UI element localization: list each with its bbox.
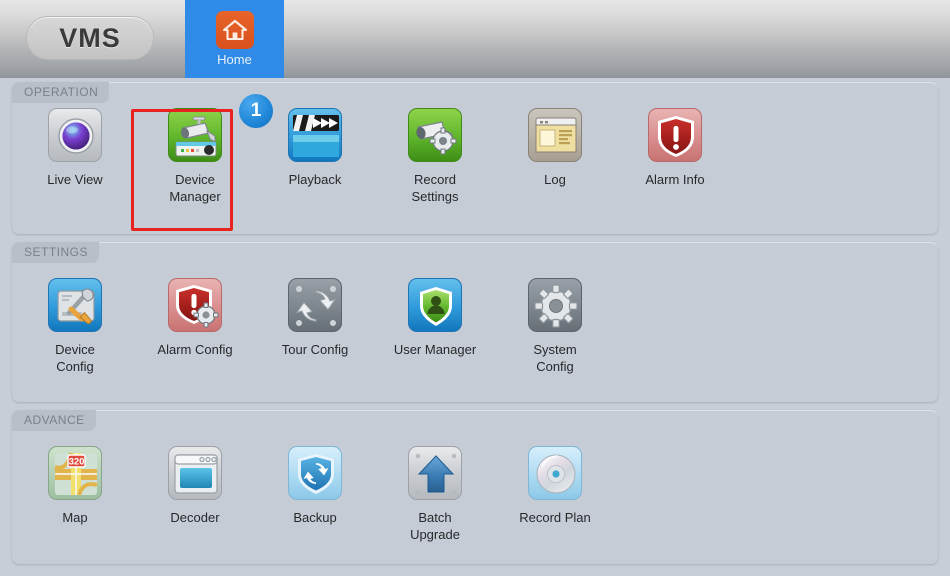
app-header: VMS Home: [0, 0, 950, 78]
menu-item-alarm-info[interactable]: Alarm Info: [615, 108, 735, 188]
menu-item-user-manager[interactable]: User Manager: [375, 278, 495, 358]
shield-refresh-icon: [288, 446, 342, 500]
alert-shield-icon: [648, 108, 702, 162]
menu-item-log-label: Log: [544, 171, 566, 188]
menu-item-map-label: Map: [62, 509, 87, 526]
menu-item-record-settings[interactable]: Record Settings: [375, 108, 495, 205]
menu-item-playback-label: Playback: [289, 171, 342, 188]
menu-item-system-config-label: System Config: [533, 341, 576, 375]
menu-item-record-plan[interactable]: Record Plan: [495, 446, 615, 526]
dome-camera-icon: [48, 108, 102, 162]
menu-item-backup-label: Backup: [293, 509, 336, 526]
window-frame-icon: [168, 446, 222, 500]
section-advance-items: 320 Map: [12, 446, 938, 543]
user-pin-icon: [408, 278, 462, 332]
tab-home-label: Home: [217, 52, 252, 67]
gear-icon: [528, 278, 582, 332]
menu-item-live-view[interactable]: Live View: [15, 108, 135, 188]
shield-gear-icon: [168, 278, 222, 332]
tab-home[interactable]: Home: [185, 0, 284, 78]
menu-item-system-config[interactable]: System Config: [495, 278, 615, 375]
disc-icon: [528, 446, 582, 500]
menu-item-user-manager-label: User Manager: [394, 341, 476, 358]
up-arrow-icon: [408, 446, 462, 500]
menu-item-alarm-info-label: Alarm Info: [645, 171, 704, 188]
road-map-icon: 320: [48, 446, 102, 500]
vms-home-screen: VMS Home OPERATION: [0, 0, 950, 576]
device-camera-icon: [168, 108, 222, 162]
menu-item-decoder[interactable]: Decoder: [135, 446, 255, 526]
section-advance-label: ADVANCE: [12, 410, 96, 431]
menu-item-device-config-label: Device Config: [55, 341, 95, 375]
menu-item-tour-config-label: Tour Config: [282, 341, 348, 358]
step-badge-1: 1: [239, 94, 273, 128]
menu-item-live-view-label: Live View: [47, 171, 102, 188]
menu-item-record-plan-label: Record Plan: [519, 509, 591, 526]
menu-item-alarm-config[interactable]: Alarm Config: [135, 278, 255, 358]
camera-gear-icon: [408, 108, 462, 162]
menu-item-playback[interactable]: Playback: [255, 108, 375, 188]
document-window-icon: [528, 108, 582, 162]
menu-item-batch-upgrade[interactable]: Batch Upgrade: [375, 446, 495, 543]
section-settings: SETTINGS Device Conf: [12, 242, 938, 402]
section-operation: OPERATION: [12, 82, 938, 234]
home-icon: [216, 11, 254, 49]
device-tools-icon: [48, 278, 102, 332]
menu-item-tour-config[interactable]: Tour Config: [255, 278, 375, 358]
menu-item-device-manager[interactable]: Device Manager: [135, 108, 255, 205]
section-advance: ADVANCE 320: [12, 410, 938, 564]
menu-item-device-manager-label: Device Manager: [169, 171, 220, 205]
map-route-number: 320: [69, 457, 85, 468]
section-settings-items: Device Config: [12, 278, 938, 375]
menu-item-decoder-label: Decoder: [170, 509, 219, 526]
menu-item-record-settings-label: Record Settings: [412, 171, 459, 205]
menu-item-batch-upgrade-label: Batch Upgrade: [410, 509, 460, 543]
menu-item-alarm-config-label: Alarm Config: [157, 341, 232, 358]
menu-item-backup[interactable]: Backup: [255, 446, 375, 526]
menu-item-log[interactable]: Log: [495, 108, 615, 188]
section-operation-items: Live View: [12, 108, 938, 205]
menu-item-device-config[interactable]: Device Config: [15, 278, 135, 375]
refresh-cycle-icon: [288, 278, 342, 332]
section-settings-label: SETTINGS: [12, 242, 99, 263]
menu-item-map[interactable]: 320 Map: [15, 446, 135, 526]
app-logo-text: VMS: [59, 23, 121, 54]
section-operation-label: OPERATION: [12, 82, 109, 103]
app-logo: VMS: [26, 16, 154, 60]
clapperboard-icon: [288, 108, 342, 162]
